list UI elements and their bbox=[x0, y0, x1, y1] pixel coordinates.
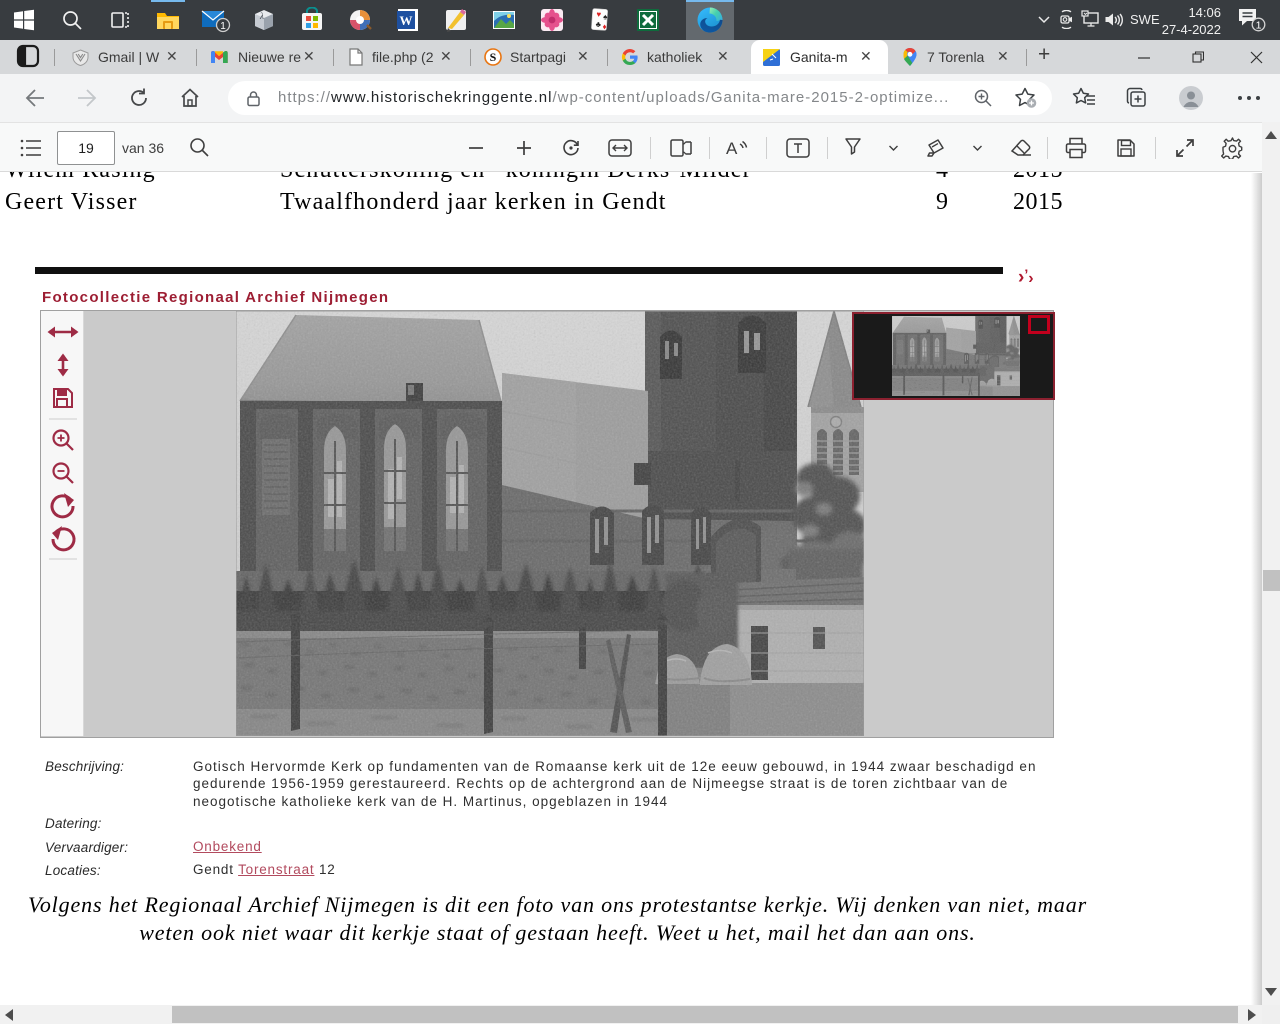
svg-text:♥: ♥ bbox=[596, 10, 602, 19]
svg-text:S: S bbox=[490, 50, 497, 64]
svg-text:W: W bbox=[400, 13, 413, 28]
svg-text:λ: λ bbox=[259, 11, 264, 21]
svg-text:1: 1 bbox=[220, 21, 226, 32]
svg-text:A: A bbox=[726, 139, 738, 158]
svg-text:1: 1 bbox=[1256, 20, 1262, 32]
svg-text:♠: ♠ bbox=[603, 12, 609, 21]
svg-text:♦: ♦ bbox=[602, 22, 607, 31]
